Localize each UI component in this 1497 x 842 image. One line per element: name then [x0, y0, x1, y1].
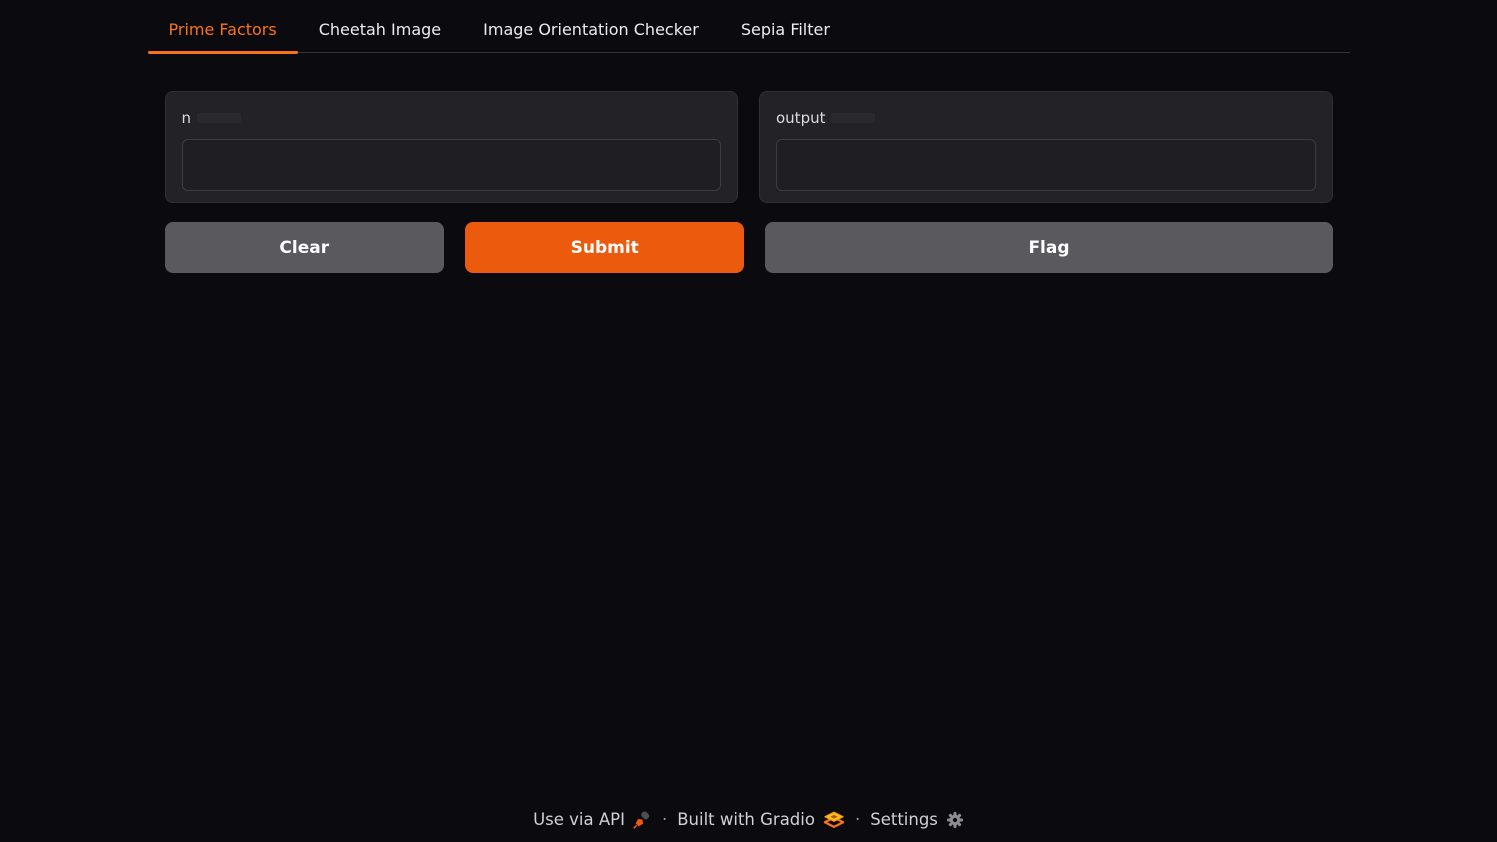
output-panel: output: [759, 91, 1333, 203]
output-label: output: [776, 109, 825, 127]
input-label: n: [182, 109, 192, 127]
footer-separator: ·: [855, 810, 860, 829]
gear-icon: [946, 811, 964, 829]
label-ghost: [831, 113, 875, 123]
main-area: Prime Factors Cheetah Image Image Orient…: [0, 0, 1497, 810]
rocket-plug-icon: [633, 810, 652, 829]
built-with-gradio-label: Built with Gradio: [677, 810, 815, 829]
tab-bar: Prime Factors Cheetah Image Image Orient…: [148, 9, 1350, 53]
use-via-api-link[interactable]: Use via API: [533, 810, 652, 829]
tab-sepia-filter[interactable]: Sepia Filter: [720, 9, 851, 52]
settings-label: Settings: [870, 810, 938, 829]
gradio-logo: [823, 810, 845, 829]
tab-prime-factors[interactable]: Prime Factors: [148, 9, 298, 52]
input-panel: n: [165, 91, 739, 203]
tab-cheetah-image[interactable]: Cheetah Image: [298, 9, 462, 52]
output-textbox[interactable]: [776, 139, 1316, 191]
tab-image-orientation-checker[interactable]: Image Orientation Checker: [462, 9, 720, 52]
submit-button[interactable]: Submit: [465, 222, 744, 273]
gradio-footer: Use via API · Built with Gradio · Settin…: [0, 810, 1497, 842]
flag-button[interactable]: Flag: [765, 222, 1332, 273]
built-with-gradio-link[interactable]: Built with Gradio: [677, 810, 845, 829]
footer-separator: ·: [662, 810, 667, 829]
label-ghost: [197, 113, 241, 123]
action-buttons-row: Clear Submit Flag: [148, 222, 1350, 273]
use-via-api-label: Use via API: [533, 810, 625, 829]
settings-link[interactable]: Settings: [870, 810, 964, 829]
n-input[interactable]: [182, 139, 722, 191]
io-panels-row: n output: [148, 91, 1350, 203]
clear-button[interactable]: Clear: [165, 222, 444, 273]
